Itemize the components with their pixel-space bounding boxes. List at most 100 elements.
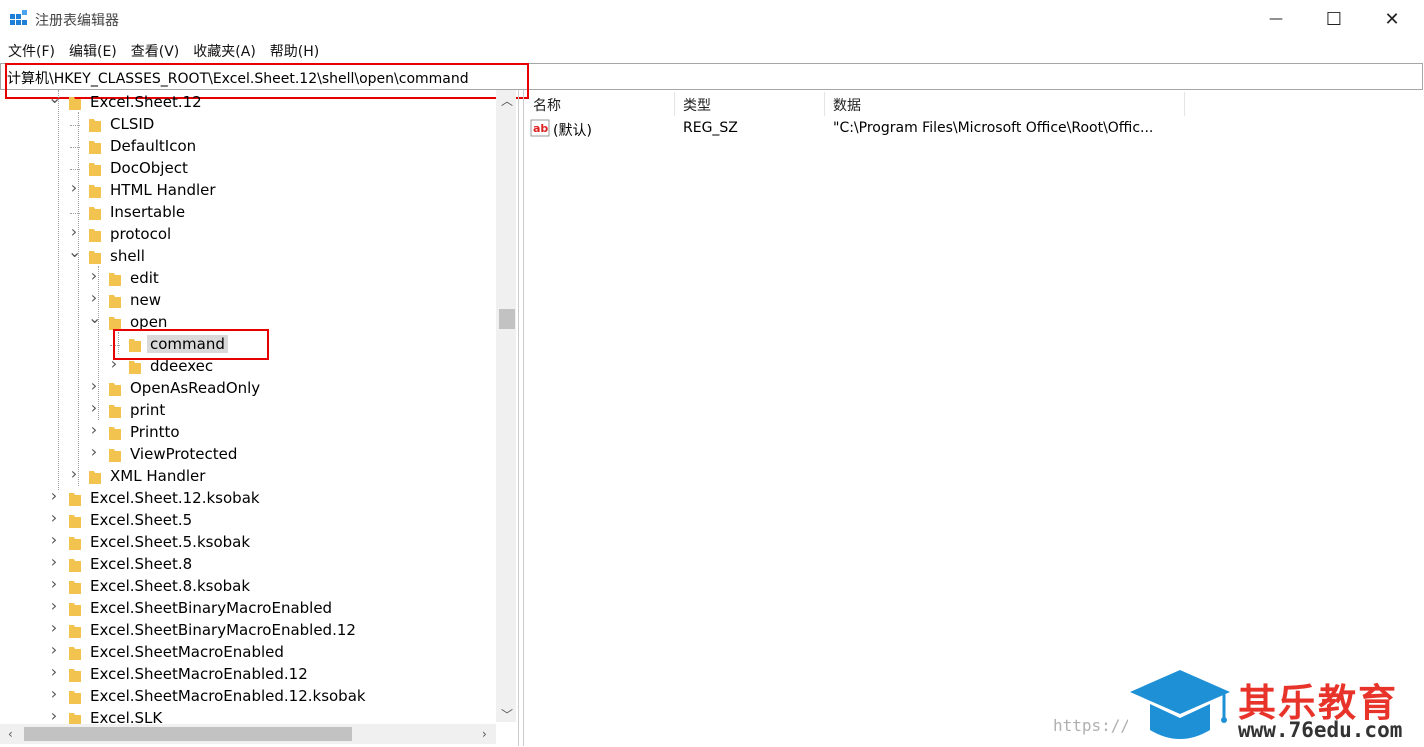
tree-node[interactable]: › XML Handler <box>0 466 496 488</box>
chevron-right-icon[interactable]: › <box>48 510 60 526</box>
chevron-right-icon[interactable]: › <box>48 620 60 636</box>
chevron-right-icon[interactable]: › <box>88 444 100 460</box>
value-name[interactable]: (默认) <box>553 120 592 140</box>
minimize-button[interactable]: — <box>1246 0 1306 38</box>
tree-node-label: edit <box>130 269 159 287</box>
value-data[interactable]: "C:\Program Files\Microsoft Office\Root\… <box>833 120 1153 136</box>
folder-icon <box>69 669 81 682</box>
folder-icon <box>69 97 81 110</box>
chevron-right-icon[interactable]: › <box>48 488 60 504</box>
column-header-type[interactable]: 类型 <box>675 92 825 116</box>
tree-node-label: Excel.SheetBinaryMacroEnabled <box>90 599 333 617</box>
chevron-right-icon[interactable]: › <box>48 598 60 614</box>
column-header-data[interactable]: 数据 <box>825 92 1185 116</box>
folder-icon <box>89 207 101 220</box>
chevron-right-icon[interactable]: › <box>48 708 60 724</box>
tree-node-label: Excel.SheetMacroEnabled.12 <box>90 665 308 683</box>
folder-icon <box>109 295 121 308</box>
menu-favorites[interactable]: 收藏夹(A) <box>186 38 263 62</box>
tree-node[interactable]: › Excel.Sheet.8 <box>0 554 496 576</box>
tree-node-label: Excel.SheetMacroEnabled <box>90 643 284 661</box>
menu-file[interactable]: 文件(F) <box>0 38 62 62</box>
chevron-right-icon[interactable]: › <box>48 532 60 548</box>
scroll-right-icon[interactable]: › <box>482 727 487 741</box>
menu-view[interactable]: 查看(V) <box>124 38 187 62</box>
tree-node[interactable]: › Excel.SheetBinaryMacroEnabled.12 <box>0 620 496 642</box>
folder-icon <box>89 185 101 198</box>
folder-icon <box>109 449 121 462</box>
tree-node[interactable]: › new <box>0 290 496 312</box>
tree-node[interactable]: › Excel.SheetMacroEnabled <box>0 642 496 664</box>
tree-node[interactable]: › print <box>0 400 496 422</box>
minimize-icon: — <box>1269 11 1283 27</box>
folder-icon <box>109 427 121 440</box>
tree-vertical-scrollbar[interactable] <box>496 90 516 722</box>
tree-node[interactable]: ⌄ shell <box>0 244 496 268</box>
tree-node[interactable]: › HTML Handler <box>0 180 496 202</box>
tree-node-label: Excel.Sheet.8 <box>90 555 193 573</box>
value-list[interactable] <box>523 90 1424 746</box>
folder-icon <box>69 515 81 528</box>
tree-node-label: Insertable <box>110 203 186 221</box>
chevron-right-icon[interactable]: › <box>48 642 60 658</box>
scroll-up-icon[interactable]: ︿ <box>501 92 513 109</box>
tree-node[interactable]: › Excel.Sheet.12.ksobak <box>0 488 496 510</box>
tree-node-label: Excel.SheetMacroEnabled.12.ksobak <box>90 687 366 705</box>
tree-node-label: DefaultIcon <box>110 137 197 155</box>
menu-edit[interactable]: 编辑(E) <box>62 38 124 62</box>
window-title: 注册表编辑器 <box>35 13 119 29</box>
brand-url: www.76edu.com <box>1238 718 1403 742</box>
chevron-right-icon[interactable]: › <box>48 576 60 592</box>
chevron-right-icon[interactable]: › <box>48 686 60 702</box>
scroll-left-icon[interactable]: ‹ <box>8 727 13 741</box>
maximize-button[interactable]: ☐ <box>1304 0 1364 38</box>
value-type[interactable]: REG_SZ <box>683 120 738 136</box>
chevron-right-icon[interactable]: › <box>88 422 100 438</box>
folder-icon <box>69 559 81 572</box>
title-bar: 注册表编辑器 — ☐ ✕ <box>0 0 1424 38</box>
tree-node[interactable]: Insertable <box>0 202 496 224</box>
chevron-right-icon[interactable]: › <box>48 664 60 680</box>
tree-node[interactable]: › ViewProtected <box>0 444 496 466</box>
folder-icon <box>89 229 101 242</box>
tree-node[interactable]: › OpenAsReadOnly <box>0 378 496 400</box>
watermark-url: https:// <box>1053 716 1131 735</box>
tree-node[interactable]: DefaultIcon <box>0 136 496 158</box>
tree-node[interactable]: › Excel.Sheet.8.ksobak <box>0 576 496 598</box>
tree-node-label: Printto <box>130 423 180 441</box>
tree-node[interactable]: CLSID <box>0 114 496 136</box>
folder-icon <box>69 625 81 638</box>
folder-icon <box>109 405 121 418</box>
tree-node-label: print <box>130 401 166 419</box>
tree-node[interactable]: › Excel.Sheet.5.ksobak <box>0 532 496 554</box>
close-button[interactable]: ✕ <box>1362 0 1422 38</box>
tree-node[interactable]: › Printto <box>0 422 496 444</box>
tree-node-label: shell <box>110 247 145 265</box>
chevron-right-icon[interactable]: › <box>48 554 60 570</box>
menu-help[interactable]: 帮助(H) <box>263 38 326 62</box>
menu-bar: 文件(F) 编辑(E) 查看(V) 收藏夹(A) 帮助(H) <box>0 38 1424 62</box>
close-icon: ✕ <box>1384 8 1400 30</box>
folder-icon <box>89 251 101 264</box>
tree-node[interactable]: › Excel.SheetMacroEnabled.12 <box>0 664 496 686</box>
tree-node-label: protocol <box>110 225 172 243</box>
key-tree[interactable]: ⌄ Excel.Sheet.12 CLSID DefaultIcon DocObject… <box>0 90 519 746</box>
tree-node[interactable]: › Excel.SheetBinaryMacroEnabled <box>0 598 496 620</box>
tree-node[interactable]: › edit <box>0 268 496 290</box>
string-value-icon: ab <box>530 119 550 137</box>
tree-node[interactable]: › Excel.Sheet.5 <box>0 510 496 532</box>
tree-vertical-thumb[interactable] <box>499 309 515 329</box>
folder-icon <box>109 383 121 396</box>
folder-icon <box>69 581 81 594</box>
tree-node-label: CLSID <box>110 115 155 133</box>
tree-guide-line <box>98 266 99 420</box>
column-header-name[interactable]: 名称 <box>525 92 675 116</box>
tree-node-label: DocObject <box>110 159 188 177</box>
tree-node[interactable]: ⌄ Excel.Sheet.12 <box>0 90 496 114</box>
tree-node-label: Excel.Sheet.8.ksobak <box>90 577 251 595</box>
scroll-down-icon[interactable]: ﹀ <box>501 706 513 723</box>
tree-horizontal-thumb[interactable] <box>24 727 352 741</box>
folder-icon <box>89 141 101 154</box>
tree-node[interactable]: › Excel.SheetMacroEnabled.12.ksobak <box>0 686 496 708</box>
tree-node[interactable]: DocObject <box>0 158 496 180</box>
